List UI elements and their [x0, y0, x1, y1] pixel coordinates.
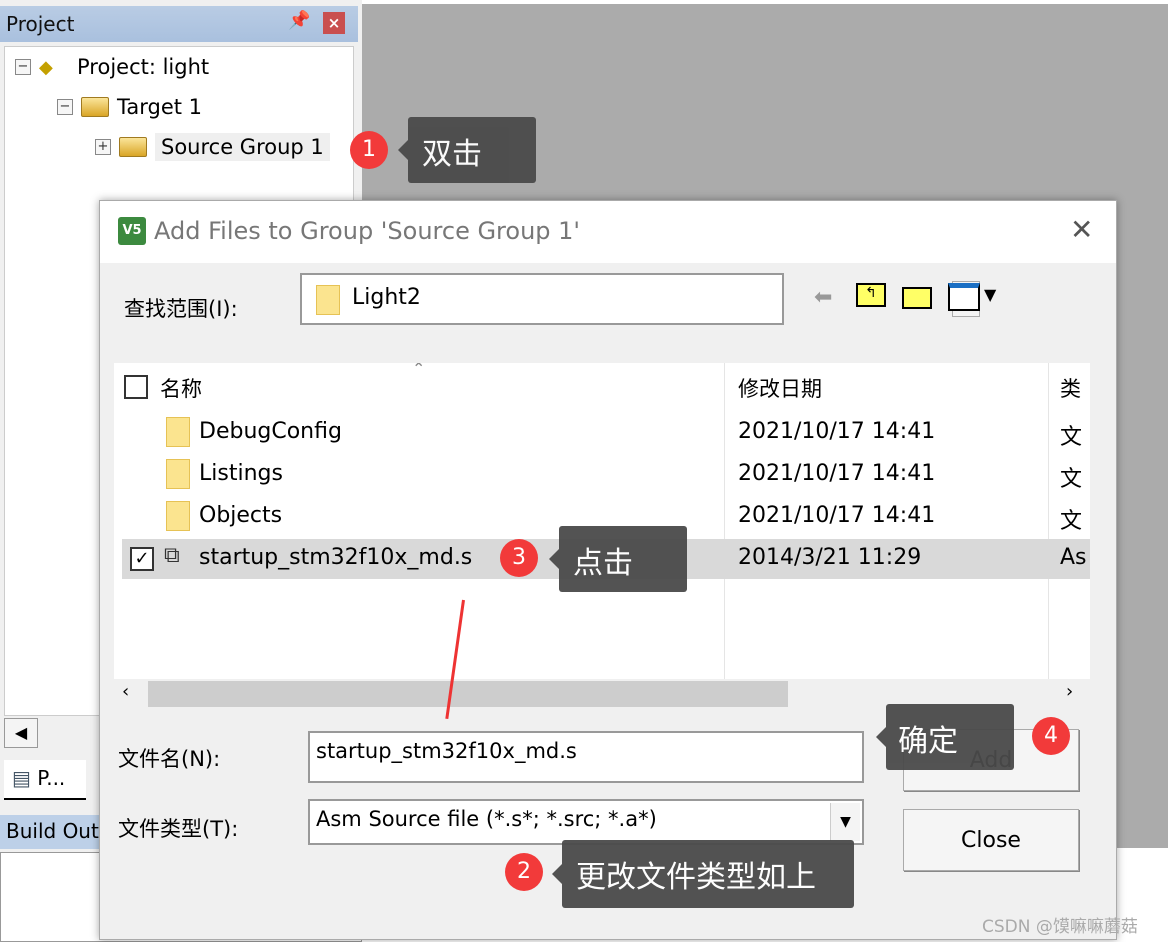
back-icon[interactable]: ⬅ [814, 285, 832, 310]
collapse-icon[interactable]: − [15, 59, 31, 75]
tree-label: Project: light [77, 55, 210, 79]
scrollbar-thumb[interactable] [148, 681, 788, 707]
view-dropdown-icon[interactable]: ▼ [984, 285, 996, 304]
column-type[interactable]: 类 [1060, 373, 1081, 403]
dialog-close-icon[interactable]: ✕ [1070, 213, 1093, 246]
folder-icon [166, 501, 190, 531]
select-all-checkbox[interactable] [124, 375, 148, 399]
folder-icon [166, 459, 190, 489]
project-tab-icon: ▤ [12, 766, 38, 790]
look-in-select[interactable]: Light2 ▼ [300, 273, 980, 325]
folder-icon [316, 285, 340, 315]
look-in-label: 查找范围(I): [124, 297, 238, 321]
filetype-select[interactable]: Asm Source file (*.s*; *.src; *.a*) ▼ [308, 799, 864, 845]
filetype-label: 文件类型(T): [118, 817, 239, 841]
folder-icon [119, 137, 147, 157]
tree-node-target[interactable]: − Target 1 [57, 95, 202, 119]
scroll-left-button[interactable]: ◀ [4, 718, 38, 748]
scroll-left-icon[interactable]: ‹ [122, 681, 129, 702]
tree-node-source-group[interactable]: + Source Group 1 [95, 133, 330, 161]
column-name[interactable]: 名称 [160, 373, 202, 403]
file-list: 名称 ⌃ 修改日期 类 DebugConfig 2021/10/17 14:41 文… [114, 363, 1090, 679]
folder-icon [166, 417, 190, 447]
dialog-title: Add Files to Group 'Source Group 1' [100, 201, 1116, 263]
open-folder-icon [81, 97, 109, 117]
expand-icon[interactable]: + [95, 139, 111, 155]
view-menu-icon[interactable] [948, 283, 980, 311]
annotation-badge: 2 [505, 853, 543, 891]
keil-logo-icon: V5 [118, 217, 146, 245]
annotation-badge: 4 [1032, 717, 1070, 755]
scroll-right-icon[interactable]: › [1066, 681, 1073, 702]
file-row[interactable]: Listings 2021/10/17 14:41 文 [122, 455, 1090, 495]
annotation-tooltip: 更改文件类型如上 [552, 840, 854, 908]
top-strip [362, 0, 1168, 4]
collapse-icon[interactable]: − [57, 99, 73, 115]
column-date[interactable]: 修改日期 [738, 373, 822, 403]
asm-file-icon: ⧉ [164, 543, 180, 568]
dropdown-arrow-icon[interactable]: ▼ [830, 803, 860, 841]
close-button[interactable]: Close [903, 809, 1079, 871]
tree-label: Target 1 [117, 95, 203, 119]
sort-up-icon: ⌃ [412, 363, 426, 378]
annotation-badge: 3 [500, 539, 538, 577]
annotation-tooltip: 双击 [398, 117, 536, 183]
annotation-tooltip: 确定 [876, 704, 1014, 770]
annotation-badge: 1 [350, 131, 388, 169]
close-icon[interactable]: × [323, 12, 345, 34]
project-icon: ◆ [39, 56, 53, 78]
new-folder-icon[interactable] [902, 287, 932, 309]
filename-input[interactable]: startup_stm32f10x_md.s [308, 731, 864, 783]
file-row[interactable]: DebugConfig 2021/10/17 14:41 文 [122, 413, 1090, 453]
tree-label: Source Group 1 [155, 133, 330, 161]
row-checkbox[interactable]: ✓ [130, 547, 154, 571]
up-folder-icon[interactable]: ↰ [856, 283, 886, 307]
watermark: CSDN @馍嘛嘛蘑菇 [982, 917, 1138, 937]
tab-project[interactable]: ▤ P... [4, 760, 86, 800]
pin-icon[interactable]: 📌 [288, 10, 310, 31]
annotation-tooltip: 点击 [549, 526, 687, 592]
tree-node-project[interactable]: − ◆ Project: light [15, 55, 209, 79]
filename-label: 文件名(N): [118, 747, 221, 771]
